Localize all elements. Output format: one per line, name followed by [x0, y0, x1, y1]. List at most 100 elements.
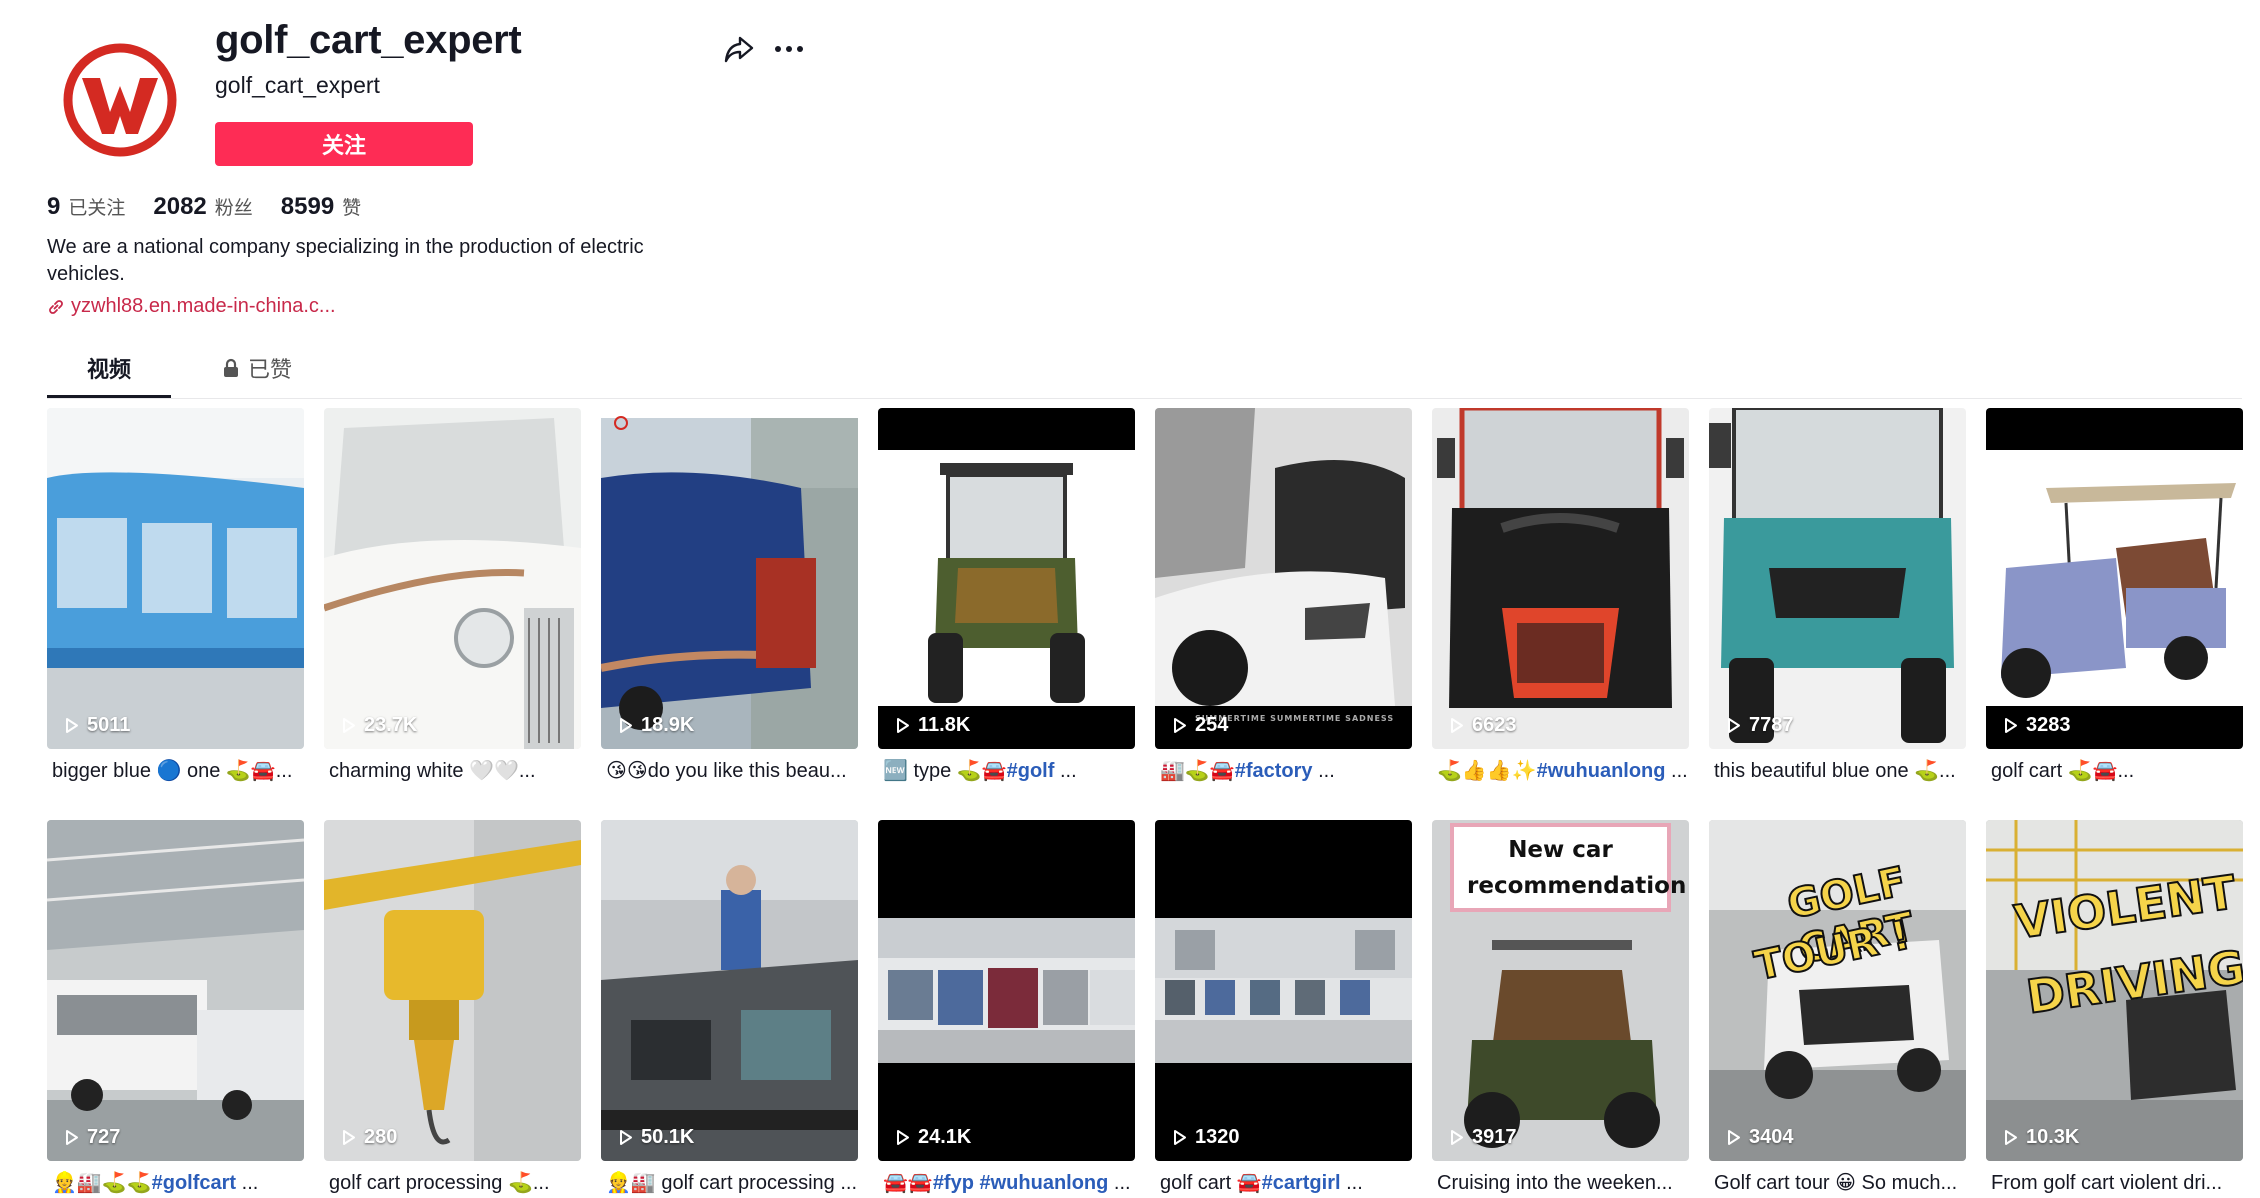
view-count: 280 — [342, 1126, 397, 1149]
video-caption[interactable]: 🏭⛳🚘#factory ... — [1155, 757, 1412, 785]
video-caption[interactable]: 🆕 type ⛳🚘#golf ... — [878, 757, 1135, 785]
play-icon — [66, 1130, 78, 1145]
video-card[interactable]: 18.9K 😘😘do you like this beau... — [601, 408, 858, 785]
view-count: 1320 — [1173, 1126, 1240, 1149]
play-icon — [1451, 1130, 1463, 1145]
video-caption[interactable]: charming white 🤍🤍... — [324, 757, 581, 785]
video-caption[interactable]: Golf cart tour 😀 So much... — [1709, 1169, 1966, 1197]
tab-videos[interactable]: 视频 — [47, 352, 171, 398]
video-thumbnail[interactable]: 5011 — [47, 408, 304, 749]
video-thumbnail[interactable]: 3283 — [1986, 408, 2243, 749]
play-icon — [1174, 1130, 1186, 1145]
view-count: 5011 — [65, 714, 130, 737]
more-options-icon[interactable] — [772, 32, 806, 66]
video-caption[interactable]: this beautiful blue one ⛳... — [1709, 757, 1966, 785]
video-thumbnail[interactable]: GOLF CART TOUR ! 3404 — [1709, 820, 1966, 1161]
link-icon — [49, 299, 63, 314]
video-caption[interactable]: golf cart ⛳🚘... — [1986, 757, 2243, 785]
view-count: 7787 — [1727, 714, 1794, 737]
follow-button[interactable]: 关注 — [215, 122, 473, 166]
view-count: 50.1K — [619, 1126, 694, 1149]
video-thumbnail[interactable]: SUMMERTIME SUMMERTIME SADNESS 254 — [1155, 408, 1412, 749]
video-card[interactable]: 23.7K charming white 🤍🤍... — [324, 408, 581, 785]
play-icon — [343, 718, 355, 733]
video-thumbnail[interactable]: 50.1K — [601, 820, 858, 1161]
video-thumbnail[interactable]: 23.7K — [324, 408, 581, 749]
view-count: 3283 — [2004, 714, 2071, 737]
profile-avatar — [62, 42, 178, 158]
tab-liked[interactable]: 已赞 — [207, 352, 307, 398]
brand-logo-icon — [63, 43, 177, 157]
video-thumbnail[interactable]: New car recommendation 3917 — [1432, 820, 1689, 1161]
view-count: 10.3K — [2004, 1126, 2079, 1149]
profile-link-text: yzwhl88.en.made-in-china.c... — [71, 295, 336, 317]
following-stat[interactable]: 9 已关注 — [47, 193, 125, 221]
play-icon — [620, 718, 632, 733]
video-overlay-text: New car recommendation — [1467, 837, 1687, 899]
video-thumbnail[interactable]: 280 — [324, 820, 581, 1161]
view-count: 254 — [1173, 714, 1228, 737]
video-card[interactable]: 5011 bigger blue 🔵 one ⛳🚘... — [47, 408, 304, 785]
video-card[interactable]: 3283 golf cart ⛳🚘... — [1986, 408, 2243, 785]
play-icon — [897, 1130, 909, 1145]
view-count: 18.9K — [619, 714, 694, 737]
view-count: 3917 — [1450, 1126, 1517, 1149]
video-card[interactable]: 1320 golf cart 🚘#cartgirl ... — [1155, 820, 1412, 1197]
video-thumbnail[interactable]: 7787 — [1709, 408, 1966, 749]
play-icon — [66, 718, 78, 733]
video-card[interactable]: 6623 ⛳👍👍✨#wuhuanlong ... — [1432, 408, 1689, 785]
video-card[interactable]: New car recommendation 3917 Cruising int… — [1432, 820, 1689, 1197]
play-icon — [1174, 718, 1186, 733]
video-thumbnail[interactable]: 727 — [47, 820, 304, 1161]
profile-stats: 9 已关注 2082 粉丝 8599 赞 — [47, 193, 361, 221]
video-caption[interactable]: 👷🏭⛳⛳#golfcart ... — [47, 1169, 304, 1197]
video-card[interactable]: VIOLENT DRIVING 10.3K From golf cart vio… — [1986, 820, 2243, 1197]
video-caption[interactable]: 😘😘do you like this beau... — [601, 757, 858, 785]
play-icon — [620, 1130, 632, 1145]
video-card[interactable]: 11.8K 🆕 type ⛳🚘#golf ... — [878, 408, 1135, 785]
video-card[interactable]: SUMMERTIME SUMMERTIME SADNESS 254 🏭⛳🚘#fa… — [1155, 408, 1412, 785]
profile-bio: We are a national company specializing i… — [47, 236, 644, 285]
profile-link[interactable]: yzwhl88.en.made-in-china.c... — [47, 295, 336, 318]
play-icon — [1728, 718, 1740, 733]
video-caption[interactable]: golf cart processing ⛳... — [324, 1169, 581, 1197]
video-thumbnail[interactable]: 6623 — [1432, 408, 1689, 749]
video-card[interactable]: 24.1K 🚘🚘#fyp #wuhuanlong ... — [878, 820, 1135, 1197]
video-caption[interactable]: golf cart 🚘#cartgirl ... — [1155, 1169, 1412, 1197]
play-icon — [1451, 718, 1463, 733]
followers-stat[interactable]: 2082 粉丝 — [153, 193, 252, 221]
video-card[interactable]: 7787 this beautiful blue one ⛳... — [1709, 408, 1966, 785]
likes-stat: 8599 赞 — [280, 193, 362, 220]
video-card[interactable]: 50.1K 👷🏭 golf cart processing ... — [601, 820, 858, 1197]
video-card[interactable]: 727 👷🏭⛳⛳#golfcart ... — [47, 820, 304, 1197]
video-thumbnail[interactable]: VIOLENT DRIVING 10.3K — [1986, 820, 2243, 1161]
video-thumbnail[interactable]: 24.1K — [878, 820, 1135, 1161]
profile-username: golf_cart_expert — [215, 72, 380, 98]
video-caption[interactable]: ⛳👍👍✨#wuhuanlong ... — [1432, 757, 1689, 785]
lock-icon — [223, 358, 238, 377]
play-icon — [343, 1130, 355, 1145]
video-caption[interactable]: bigger blue 🔵 one ⛳🚘... — [47, 757, 304, 785]
view-count: 727 — [65, 1126, 120, 1149]
view-count: 23.7K — [342, 714, 417, 737]
view-count: 3404 — [1727, 1126, 1794, 1149]
video-caption[interactable]: Cruising into the weeken... — [1432, 1169, 1689, 1197]
profile-tabs: 视频 已赞 — [47, 352, 2242, 399]
video-card[interactable]: GOLF CART TOUR ! 3404 Golf cart tour 😀 S… — [1709, 820, 1966, 1197]
video-caption[interactable]: 🚘🚘#fyp #wuhuanlong ... — [878, 1169, 1135, 1197]
play-icon — [2005, 718, 2017, 733]
video-caption[interactable]: From golf cart violent dri... — [1986, 1169, 2243, 1197]
play-icon — [897, 718, 909, 733]
view-count: 24.1K — [896, 1126, 971, 1149]
video-thumbnail[interactable]: 11.8K — [878, 408, 1135, 749]
profile-title: golf_cart_expert — [215, 18, 522, 62]
view-count: 11.8K — [896, 714, 970, 737]
play-icon — [1728, 1130, 1740, 1145]
video-card[interactable]: 280 golf cart processing ⛳... — [324, 820, 581, 1197]
video-caption[interactable]: 👷🏭 golf cart processing ... — [601, 1169, 858, 1197]
view-count: 6623 — [1450, 714, 1517, 737]
share-icon[interactable] — [722, 32, 756, 66]
play-icon — [2005, 1130, 2017, 1145]
video-thumbnail[interactable]: 18.9K — [601, 408, 858, 749]
video-thumbnail[interactable]: 1320 — [1155, 820, 1412, 1161]
